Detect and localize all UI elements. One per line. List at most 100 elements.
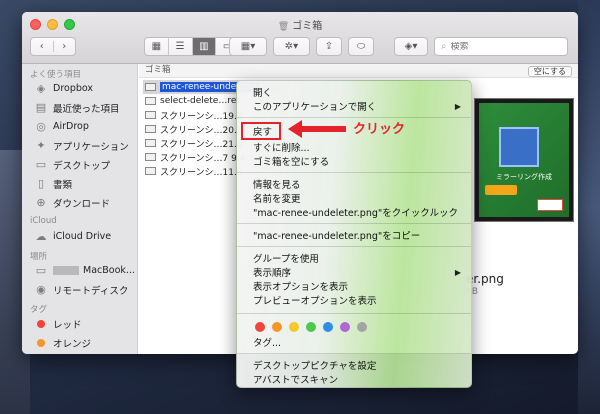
column-header: ゴミ箱 空にする (139, 64, 578, 78)
desktop-background-right (578, 0, 600, 414)
sidebar-heading-locations: 場所 (30, 252, 48, 262)
menu-item-sort-by[interactable]: 表示順序 ▶ (237, 265, 471, 280)
menu-separator (237, 353, 471, 354)
menu-item-copy[interactable]: "mac-renee-undeleter.png"をコピー (237, 228, 471, 242)
tag-color-gray[interactable] (357, 322, 367, 332)
menu-item-empty-trash[interactable]: ゴミ箱を空にする (237, 154, 471, 168)
tag-color-blue[interactable] (323, 322, 333, 332)
search-icon: ⌕ (441, 41, 447, 52)
tag-color-orange[interactable] (272, 322, 282, 332)
list-view-button[interactable]: ☰ (167, 38, 192, 55)
arrange-button[interactable]: ▦▾ (229, 37, 267, 56)
submenu-arrow-icon: ▶ (454, 101, 461, 111)
tag-color-picker (237, 319, 471, 335)
image-file-icon (145, 153, 156, 161)
airdrop-icon: ◎ (36, 120, 46, 133)
menu-item-put-back[interactable]: 戻す (241, 122, 281, 140)
tag-color-purple[interactable] (340, 322, 350, 332)
image-file-icon (145, 167, 156, 175)
menu-item-open-with[interactable]: このアプリケーションで開く ▶ (237, 99, 471, 114)
menu-separator (237, 172, 471, 173)
file-preview: ミラーリング作成 (474, 98, 574, 222)
menu-item-tags[interactable]: タグ... (237, 335, 471, 349)
preview-button (485, 185, 517, 195)
sidebar-heading-favorites: よく使う項目 (30, 70, 82, 80)
sidebar-item-macbook[interactable]: ▭ MacBook... (22, 261, 137, 280)
menu-item-view-options[interactable]: 表示オプションを表示 (237, 279, 471, 293)
tag-dot-orange (37, 338, 45, 347)
sidebar-item-tag-orange[interactable]: オレンジ (22, 333, 137, 352)
window-title: 🗑 ゴミ箱 (277, 21, 323, 32)
documents-icon: ▯ (37, 177, 45, 190)
gear-icon: ✲▾ (284, 41, 299, 52)
icon-view-button[interactable]: ▦ (145, 38, 168, 55)
back-button[interactable]: ‹ (31, 41, 53, 52)
menu-item-open[interactable]: 開く (237, 85, 471, 99)
sidebar-heading-tags: タグ (30, 305, 48, 315)
tag-color-green[interactable] (306, 322, 316, 332)
share-icon: ⇪ (324, 41, 334, 52)
action-button[interactable]: ✲▾ (273, 37, 310, 56)
arrow-head-icon (288, 120, 302, 138)
title-bar: 🗑 ゴミ箱 ‹ › ▦ ☰ ▥ ▭ ▦▾ ✲▾ ⇪ ⬭ ◈▾ ⌕ (22, 12, 578, 64)
menu-item-rename[interactable]: 名前を変更 (237, 191, 471, 205)
callout-text: クリック (353, 122, 406, 137)
image-file-icon (145, 111, 156, 119)
submenu-arrow-icon: ▶ (454, 267, 461, 277)
menu-separator (237, 223, 471, 224)
column-view-button[interactable]: ▥ (191, 38, 216, 55)
redacted-name (53, 266, 79, 275)
sidebar-item-recents[interactable]: ▤ 最近使った項目 (22, 98, 137, 117)
sidebar-item-icloud-drive[interactable]: ☁ iCloud Drive (22, 227, 137, 246)
laptop-icon: ▭ (35, 264, 47, 277)
empty-trash-button[interactable]: 空にする (527, 66, 572, 77)
dropbox-icon: ◈▾ (404, 41, 418, 52)
sidebar-heading-icloud: iCloud (30, 216, 57, 226)
nav-buttons: ‹ › (30, 37, 76, 56)
tag-color-red[interactable] (255, 322, 265, 332)
grid-icon: ▦▾ (240, 41, 256, 52)
sidebar-item-applications[interactable]: ✦ アプリケーション (22, 136, 137, 155)
menu-separator (237, 246, 471, 247)
downloads-icon: ⊕ (36, 196, 46, 209)
forward-button[interactable]: › (52, 41, 76, 52)
sidebar-item-desktop[interactable]: ▭ デスクトップ (22, 155, 137, 174)
tag-icon: ⬭ (356, 41, 366, 52)
tag-color-yellow[interactable] (289, 322, 299, 332)
dropbox-icon: ◈ (36, 82, 46, 95)
image-file-icon (145, 97, 156, 105)
image-file-icon (145, 139, 156, 147)
recents-icon: ▤ (35, 101, 47, 114)
menu-item-get-info[interactable]: 情報を見る (237, 177, 471, 191)
menu-item-delete-immediately[interactable]: すぐに削除... (237, 140, 471, 154)
preview-logo (537, 199, 563, 211)
mirror-icon (499, 127, 539, 167)
preview-label: ミラーリング作成 (496, 173, 552, 181)
menu-item-scan-avast[interactable]: アバストでスキャン (237, 372, 471, 386)
tag-button[interactable]: ⬭ (348, 37, 374, 56)
menu-item-preview-options[interactable]: プレビューオプションを表示 (237, 293, 471, 307)
preview-screenshot: ミラーリング作成 (479, 103, 569, 217)
menu-item-set-desktop-picture[interactable]: デスクトップピクチャを設定 (237, 358, 471, 372)
search-input[interactable] (450, 41, 551, 52)
trash-icon: 🗑 (277, 22, 290, 32)
applications-icon: ✦ (36, 139, 46, 152)
menu-separator (237, 313, 471, 314)
sidebar-item-dropbox[interactable]: ◈ Dropbox (22, 79, 137, 98)
share-button[interactable]: ⇪ (316, 37, 342, 56)
sidebar-item-documents[interactable]: ▯ 書類 (22, 174, 137, 193)
sidebar-item-remote-disc[interactable]: ◉ リモートディスク (22, 280, 137, 299)
menu-item-use-groups[interactable]: グループを使用 (237, 251, 471, 265)
arrow-shaft (300, 126, 346, 132)
search-field[interactable]: ⌕ (434, 37, 568, 56)
toolbar: ‹ › ▦ ☰ ▥ ▭ ▦▾ ✲▾ ⇪ ⬭ ◈▾ ⌕ (22, 37, 578, 57)
disc-icon: ◉ (36, 283, 46, 296)
menu-item-quick-look[interactable]: "mac-renee-undeleter.png"をクイックルック (237, 205, 471, 219)
callout-arrow (288, 120, 348, 138)
sidebar-item-downloads[interactable]: ⊕ ダウンロード (22, 193, 137, 212)
sidebar-item-airdrop[interactable]: ◎ AirDrop (22, 117, 137, 136)
dropbox-button[interactable]: ◈▾ (394, 37, 428, 56)
cloud-icon: ☁ (35, 230, 47, 243)
desktop-icon: ▭ (35, 158, 47, 171)
sidebar-item-tag-red[interactable]: レッド (22, 314, 137, 333)
